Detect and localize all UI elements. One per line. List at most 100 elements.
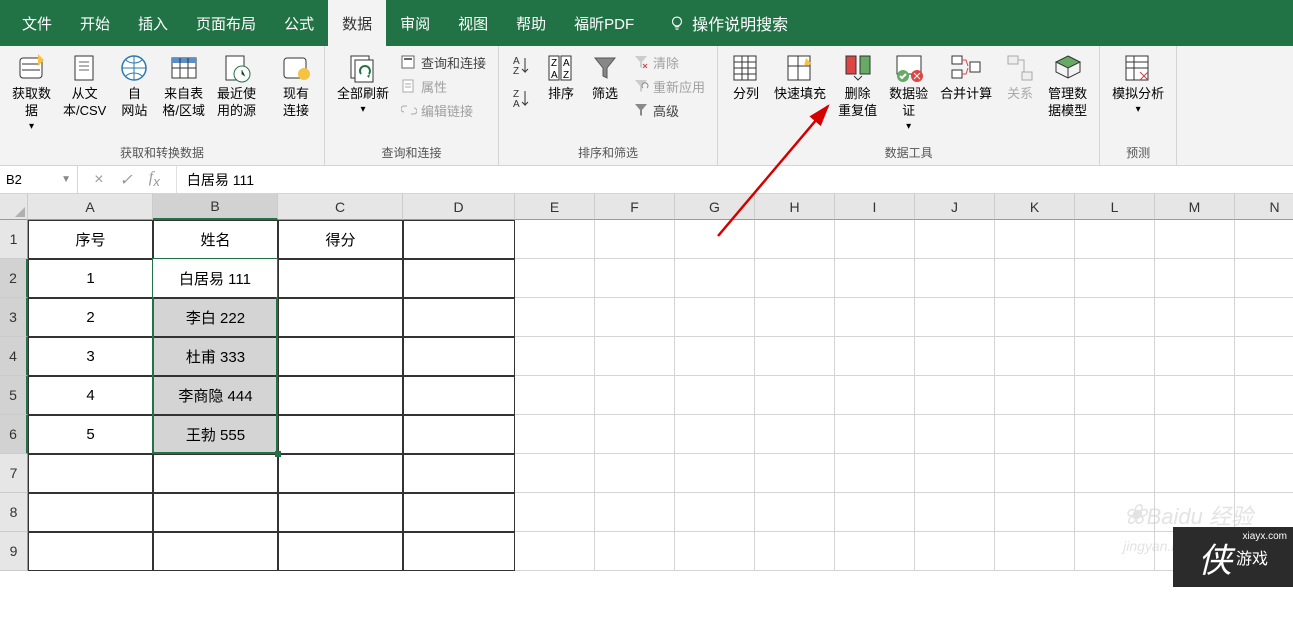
cell-B6[interactable]: 王勃 555 bbox=[153, 415, 278, 454]
cell-F1[interactable] bbox=[595, 220, 675, 259]
cell-G1[interactable] bbox=[675, 220, 755, 259]
cell-D1[interactable] bbox=[403, 220, 515, 259]
row-header-5[interactable]: 5 bbox=[0, 376, 28, 415]
cell-F5[interactable] bbox=[595, 376, 675, 415]
menu-insert[interactable]: 插入 bbox=[124, 0, 182, 46]
cell-A5[interactable]: 4 bbox=[28, 376, 153, 415]
col-header-N[interactable]: N bbox=[1235, 194, 1293, 220]
properties-button[interactable]: 属性 bbox=[395, 74, 492, 98]
menu-home[interactable]: 开始 bbox=[66, 0, 124, 46]
cell-N5[interactable] bbox=[1235, 376, 1293, 415]
col-header-B[interactable]: B bbox=[153, 194, 278, 220]
cell-E6[interactable] bbox=[515, 415, 595, 454]
cell-L7[interactable] bbox=[1075, 454, 1155, 493]
row-header-6[interactable]: 6 bbox=[0, 415, 28, 454]
formula-input[interactable]: 白居易 111 bbox=[177, 170, 1293, 190]
cell-A8[interactable] bbox=[28, 493, 153, 532]
col-header-C[interactable]: C bbox=[278, 194, 403, 220]
cell-J7[interactable] bbox=[915, 454, 995, 493]
cell-G2[interactable] bbox=[675, 259, 755, 298]
cell-E4[interactable] bbox=[515, 337, 595, 376]
existing-conn-button[interactable]: 现有 连接 bbox=[274, 50, 318, 122]
cell-G5[interactable] bbox=[675, 376, 755, 415]
cell-M8[interactable] bbox=[1155, 493, 1235, 532]
cell-J9[interactable] bbox=[915, 532, 995, 571]
cell-M6[interactable] bbox=[1155, 415, 1235, 454]
cell-C8[interactable] bbox=[278, 493, 403, 532]
cell-L5[interactable] bbox=[1075, 376, 1155, 415]
cell-J5[interactable] bbox=[915, 376, 995, 415]
col-header-I[interactable]: I bbox=[835, 194, 915, 220]
cell-K6[interactable] bbox=[995, 415, 1075, 454]
cell-A2[interactable]: 1 bbox=[28, 259, 153, 298]
cell-B9[interactable] bbox=[153, 532, 278, 571]
cell-B8[interactable] bbox=[153, 493, 278, 532]
cell-J3[interactable] bbox=[915, 298, 995, 337]
cell-B5[interactable]: 李商隐 444 bbox=[153, 376, 278, 415]
cell-H3[interactable] bbox=[755, 298, 835, 337]
cell-C9[interactable] bbox=[278, 532, 403, 571]
cell-N1[interactable] bbox=[1235, 220, 1293, 259]
cell-B7[interactable] bbox=[153, 454, 278, 493]
cell-A7[interactable] bbox=[28, 454, 153, 493]
cell-C7[interactable] bbox=[278, 454, 403, 493]
get-data-button[interactable]: 获取数 据▾ bbox=[6, 50, 57, 135]
col-header-E[interactable]: E bbox=[515, 194, 595, 220]
cell-D6[interactable] bbox=[403, 415, 515, 454]
cell-E1[interactable] bbox=[515, 220, 595, 259]
cell-J6[interactable] bbox=[915, 415, 995, 454]
cell-J2[interactable] bbox=[915, 259, 995, 298]
cell-G9[interactable] bbox=[675, 532, 755, 571]
cell-K3[interactable] bbox=[995, 298, 1075, 337]
cell-D2[interactable] bbox=[403, 259, 515, 298]
col-header-D[interactable]: D bbox=[403, 194, 515, 220]
whatif-button[interactable]: 模拟分析▾ bbox=[1106, 50, 1170, 118]
col-header-L[interactable]: L bbox=[1075, 194, 1155, 220]
cell-F3[interactable] bbox=[595, 298, 675, 337]
data-validation-button[interactable]: 数据验 证▾ bbox=[883, 50, 934, 135]
queries-conn-button[interactable]: 查询和连接 bbox=[395, 50, 492, 74]
col-header-K[interactable]: K bbox=[995, 194, 1075, 220]
row-header-3[interactable]: 3 bbox=[0, 298, 28, 337]
cell-F6[interactable] bbox=[595, 415, 675, 454]
row-header-7[interactable]: 7 bbox=[0, 454, 28, 493]
fx-icon[interactable]: fx bbox=[149, 169, 160, 189]
col-header-J[interactable]: J bbox=[915, 194, 995, 220]
cell-E3[interactable] bbox=[515, 298, 595, 337]
cell-L6[interactable] bbox=[1075, 415, 1155, 454]
cell-K7[interactable] bbox=[995, 454, 1075, 493]
menu-formula[interactable]: 公式 bbox=[270, 0, 328, 46]
from-web-button[interactable]: 自 网站 bbox=[112, 50, 156, 122]
cell-M2[interactable] bbox=[1155, 259, 1235, 298]
cell-B3[interactable]: 李白 222 bbox=[153, 298, 278, 337]
tell-me-search[interactable]: 操作说明搜索 bbox=[668, 11, 788, 35]
text-to-columns-button[interactable]: 分列 bbox=[724, 50, 768, 105]
cell-F2[interactable] bbox=[595, 259, 675, 298]
col-header-F[interactable]: F bbox=[595, 194, 675, 220]
cell-H5[interactable] bbox=[755, 376, 835, 415]
remove-dup-button[interactable]: 删除 重复值 bbox=[832, 50, 883, 122]
filter-button[interactable]: 筛选 bbox=[583, 50, 627, 105]
cancel-icon[interactable]: × bbox=[94, 171, 103, 189]
row-header-1[interactable]: 1 bbox=[0, 220, 28, 259]
cell-A4[interactable]: 3 bbox=[28, 337, 153, 376]
cell-M1[interactable] bbox=[1155, 220, 1235, 259]
cell-K9[interactable] bbox=[995, 532, 1075, 571]
menu-review[interactable]: 审阅 bbox=[386, 0, 444, 46]
cell-G6[interactable] bbox=[675, 415, 755, 454]
cell-A1[interactable]: 序号 bbox=[28, 220, 153, 259]
sort-asc-button[interactable]: AZ bbox=[511, 54, 533, 81]
cell-I3[interactable] bbox=[835, 298, 915, 337]
cell-M7[interactable] bbox=[1155, 454, 1235, 493]
cell-N9[interactable] bbox=[1235, 532, 1293, 571]
cell-D7[interactable] bbox=[403, 454, 515, 493]
cell-B4[interactable]: 杜甫 333 bbox=[153, 337, 278, 376]
cell-L9[interactable] bbox=[1075, 532, 1155, 571]
cell-C6[interactable] bbox=[278, 415, 403, 454]
cell-F7[interactable] bbox=[595, 454, 675, 493]
cell-C2[interactable] bbox=[278, 259, 403, 298]
cell-B1[interactable]: 姓名 bbox=[153, 220, 278, 259]
cell-C1[interactable]: 得分 bbox=[278, 220, 403, 259]
cell-M9[interactable] bbox=[1155, 532, 1235, 571]
menu-help[interactable]: 帮助 bbox=[502, 0, 560, 46]
